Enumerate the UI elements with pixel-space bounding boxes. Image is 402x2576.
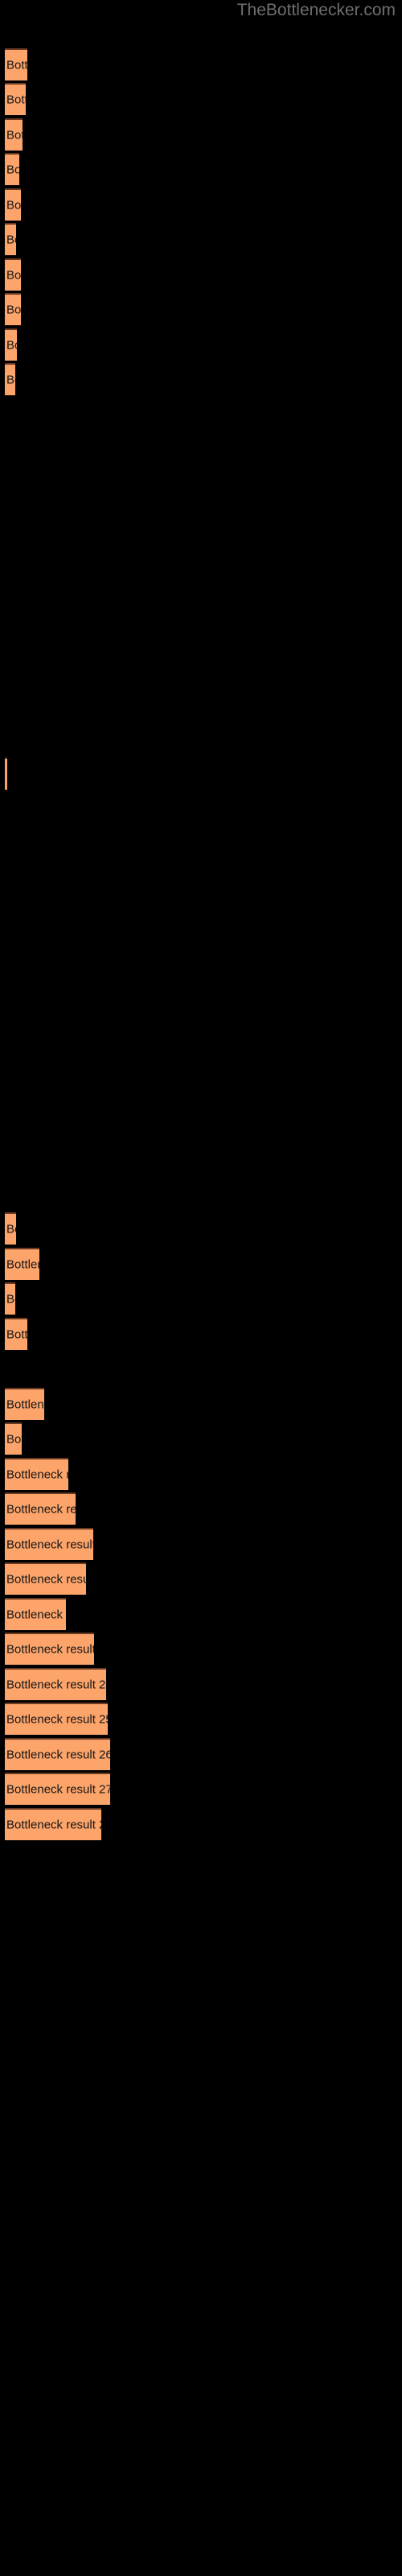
bar-label: Bottleneck result 5	[6, 198, 21, 213]
bar-label: Bottleneck result 26	[6, 1748, 110, 1762]
bar[interactable]: Bottleneck result 6	[5, 223, 16, 255]
bar-row: Bottleneck result 4	[0, 153, 402, 185]
bar-label: Bottleneck result 17	[6, 1432, 22, 1447]
bar[interactable]: Bottleneck result 12	[5, 1212, 16, 1245]
bar-row: Bottleneck result 21	[0, 1563, 402, 1595]
bar[interactable]: Bottleneck result 5	[5, 188, 21, 221]
bar-row: Bottleneck result 26	[0, 1738, 402, 1770]
bar-row: Bottleneck result 12	[0, 1212, 402, 1245]
bar-row: Bottleneck result 11	[0, 758, 402, 790]
bar[interactable]: Bottleneck result 24	[5, 1668, 106, 1700]
bar[interactable]: Bottleneck result 13	[5, 1248, 39, 1280]
bar-label: Bottleneck result 7	[6, 268, 21, 283]
bar-row: Bottleneck result 27	[0, 1773, 402, 1805]
bar[interactable]: Bottleneck result 10	[5, 363, 15, 395]
bar-label: Bottleneck result 16	[6, 1397, 44, 1412]
bar-label: Bottleneck result 8	[6, 303, 21, 317]
bar-row: Bottleneck result 14	[0, 1282, 402, 1315]
bar-label: Bottleneck result 10	[6, 373, 15, 387]
bar-row: Bottleneck result 25	[0, 1703, 402, 1735]
bar[interactable]: Bottleneck result 21	[5, 1563, 86, 1595]
bar-label: Bottleneck result 19	[6, 1502, 76, 1517]
bar-label: Bottleneck result 15	[6, 1327, 27, 1342]
bar-row: Bottleneck result 23	[0, 1633, 402, 1665]
bar-row: Bottleneck result 6	[0, 223, 402, 255]
bar-label: Bottleneck result 11	[6, 769, 7, 781]
bar[interactable]: Bottleneck result 18	[5, 1458, 68, 1490]
bar[interactable]: Bottleneck result 23	[5, 1633, 94, 1665]
bar-row: Bottleneck result 28	[0, 1808, 402, 1840]
bar-row: Bottleneck result 1	[0, 48, 402, 80]
bar-label: Bottleneck result 21	[6, 1572, 86, 1587]
bar-label: Bottleneck result 13	[6, 1257, 39, 1272]
bar-row: Bottleneck result 7	[0, 258, 402, 291]
bar-label: Bottleneck result 28	[6, 1818, 101, 1832]
bar-row: Bottleneck result 17	[0, 1422, 402, 1455]
bar-row: Bottleneck result 10	[0, 363, 402, 395]
bar-row: Bottleneck result 20	[0, 1528, 402, 1560]
bar[interactable]: Bottleneck result 1	[5, 48, 27, 80]
bar-row: Bottleneck result 18	[0, 1458, 402, 1490]
bar-label: Bottleneck result 24	[6, 1678, 106, 1692]
bar[interactable]: Bottleneck result 20	[5, 1528, 93, 1560]
bar-row: Bottleneck result 19	[0, 1492, 402, 1525]
bar[interactable]: Bottleneck result 4	[5, 153, 19, 185]
bar-label: Bottleneck result 9	[6, 338, 17, 353]
bar[interactable]: Bottleneck result 19	[5, 1492, 76, 1525]
bar-row: Bottleneck result 8	[0, 293, 402, 325]
bar-row: Bottleneck result 22	[0, 1598, 402, 1630]
bar-label: Bottleneck result 1	[6, 58, 27, 72]
bar[interactable]: Bottleneck result 27	[5, 1773, 110, 1805]
bar[interactable]: Bottleneck result 17	[5, 1422, 22, 1455]
bar-row: Bottleneck result 3	[0, 118, 402, 151]
bar[interactable]: Bottleneck result 3	[5, 118, 23, 151]
bar[interactable]: Bottleneck result 28	[5, 1808, 101, 1840]
bar[interactable]: Bottleneck result 7	[5, 258, 21, 291]
bar-chart-root: TheBottlenecker.com Bottleneck result 1B…	[0, 0, 402, 2576]
bar[interactable]: Bottleneck result 9	[5, 328, 17, 361]
bar-row: Bottleneck result 16	[0, 1388, 402, 1420]
bar[interactable]: Bottleneck result 8	[5, 293, 21, 325]
bar-label: Bottleneck result 3	[6, 128, 23, 142]
bar-label: Bottleneck result 20	[6, 1538, 93, 1552]
bar-label: Bottleneck result 23	[6, 1642, 94, 1657]
bar-label: Bottleneck result 6	[6, 233, 16, 247]
bar[interactable]: Bottleneck result 15	[5, 1318, 27, 1350]
bar[interactable]: Bottleneck result 11	[5, 758, 7, 790]
bar-row: Bottleneck result 9	[0, 328, 402, 361]
bar-row: Bottleneck result 2	[0, 83, 402, 115]
bar-row: Bottleneck result 24	[0, 1668, 402, 1700]
bar-label: Bottleneck result 25	[6, 1712, 108, 1727]
bar[interactable]: Bottleneck result 16	[5, 1388, 44, 1420]
bar-label: Bottleneck result 4	[6, 163, 19, 177]
bar-label: Bottleneck result 12	[6, 1222, 16, 1236]
bar-row: Bottleneck result 5	[0, 188, 402, 221]
bar-label: Bottleneck result 2	[6, 93, 26, 107]
bar-label: Bottleneck result 22	[6, 1608, 66, 1622]
bar-row: Bottleneck result 13	[0, 1248, 402, 1280]
bar-label: Bottleneck result 27	[6, 1782, 110, 1797]
bar-label: Bottleneck result 18	[6, 1468, 68, 1482]
bar[interactable]: Bottleneck result 25	[5, 1703, 108, 1735]
bar-row: Bottleneck result 15	[0, 1318, 402, 1350]
bar[interactable]: Bottleneck result 26	[5, 1738, 110, 1770]
bar[interactable]: Bottleneck result 14	[5, 1282, 15, 1315]
bar-label: Bottleneck result 14	[6, 1292, 15, 1307]
bar[interactable]: Bottleneck result 2	[5, 83, 26, 115]
bar[interactable]: Bottleneck result 22	[5, 1598, 66, 1630]
plot-area: Bottleneck result 1 Bottleneck result 2 Bo…	[0, 0, 402, 2576]
